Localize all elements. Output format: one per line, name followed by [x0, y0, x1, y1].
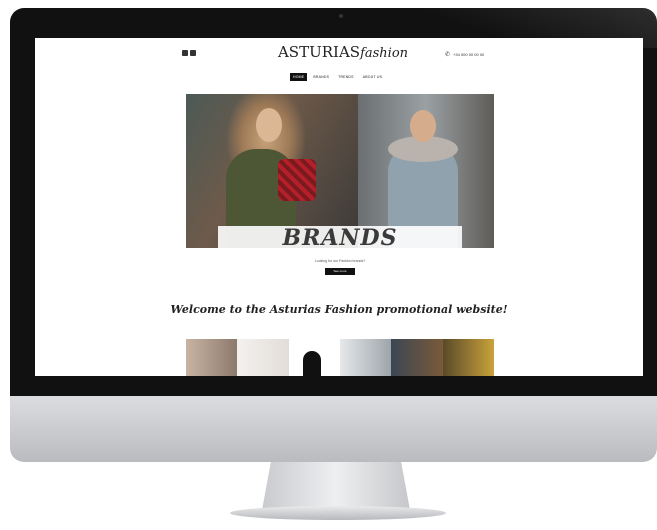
- hero-face-right: [410, 110, 436, 142]
- thumbnail-image[interactable]: [186, 339, 238, 376]
- nav-item-trends[interactable]: Trends: [335, 73, 357, 81]
- monitor-foot: [230, 506, 446, 520]
- monitor-stand: [262, 462, 410, 510]
- hero-title: BRANDS: [282, 225, 398, 248]
- thumbnail-image[interactable]: [391, 339, 443, 376]
- hero-caption: BRANDS: [218, 226, 462, 248]
- thumbnail-strip: [186, 339, 494, 376]
- instagram-icon[interactable]: [190, 50, 196, 56]
- facebook-icon[interactable]: [182, 50, 188, 56]
- main-nav: Home Brands Trends About us: [290, 73, 385, 81]
- monitor-chin: [10, 396, 657, 462]
- thumbnail-image[interactable]: [288, 339, 340, 376]
- website-screen: ASTURIASfashion ✆ +34 000 00 00 00 Home …: [35, 38, 643, 376]
- logo-main-text: ASTURIAS: [277, 43, 361, 61]
- hero-banner: BRANDS: [186, 94, 494, 248]
- hero-cta-button[interactable]: See more: [325, 268, 355, 275]
- nav-item-brands[interactable]: Brands: [310, 73, 332, 81]
- thumbnail-image[interactable]: [442, 339, 494, 376]
- logo-script-text: fashion: [360, 46, 409, 61]
- hero-subtitle: Looking for our Fashion brands?: [314, 259, 366, 263]
- nav-item-about[interactable]: About us: [360, 73, 385, 81]
- thumbnail-image[interactable]: [237, 339, 289, 376]
- thumbnail-image[interactable]: [339, 339, 392, 376]
- social-links: [182, 50, 196, 56]
- phone-number: +34 000 00 00 00: [453, 52, 485, 57]
- nav-item-home[interactable]: Home: [290, 73, 308, 81]
- site-logo[interactable]: ASTURIASfashion: [273, 42, 413, 61]
- camera-icon: [339, 14, 343, 18]
- phone-icon: ✆: [445, 52, 451, 58]
- welcome-heading: Welcome to the Asturias Fashion promotio…: [170, 303, 508, 316]
- hero-bag: [278, 159, 316, 201]
- hero-face-left: [256, 108, 282, 142]
- phone-contact[interactable]: ✆ +34 000 00 00 00: [445, 51, 484, 58]
